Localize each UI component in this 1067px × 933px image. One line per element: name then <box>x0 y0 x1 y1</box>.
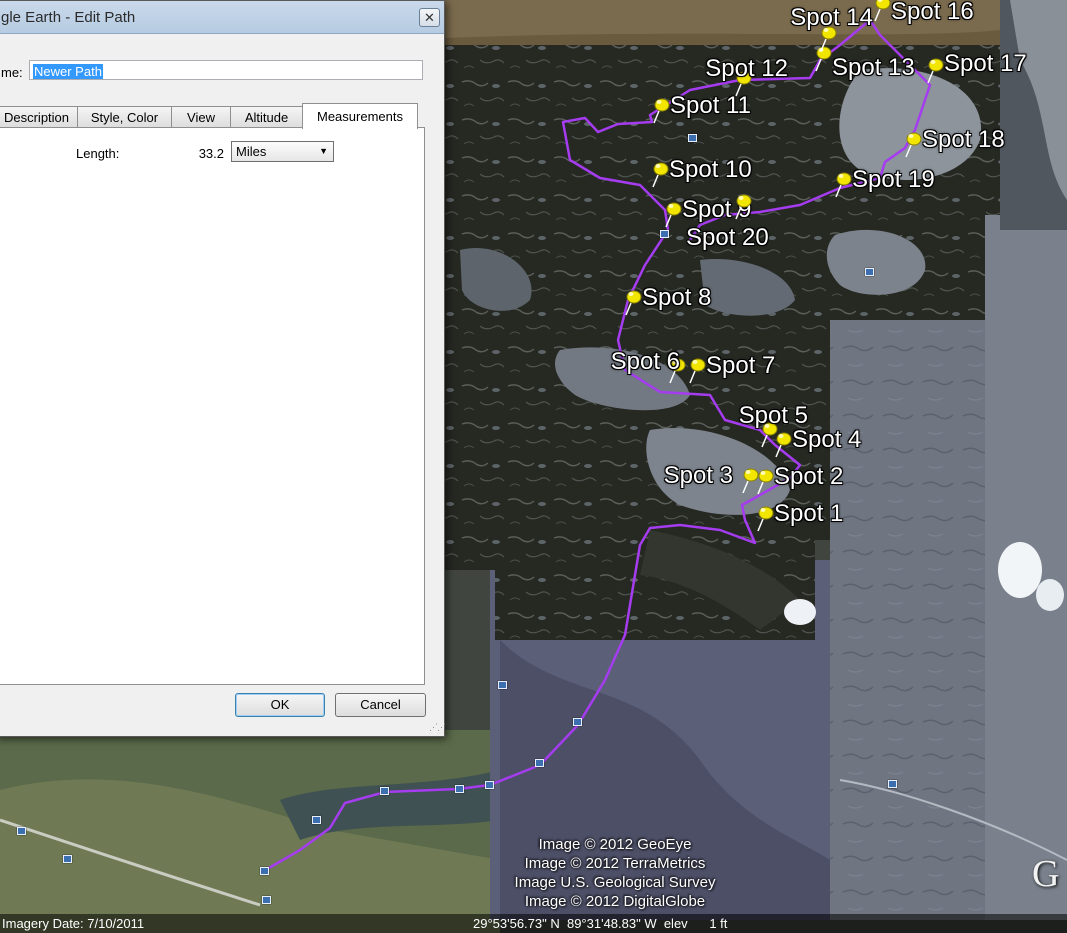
path-vertex-icon[interactable] <box>573 718 582 726</box>
placemark-label: Spot 13 <box>832 54 915 81</box>
name-input[interactable]: Newer Path <box>29 60 423 80</box>
imagery-date: Imagery Date: 7/10/2011 <box>2 916 145 931</box>
units-dropdown[interactable]: Miles ▼ <box>231 141 334 162</box>
placemark-label: Spot 7 <box>706 352 776 379</box>
attribution-line: Image © 2012 DigitalGlobe <box>524 893 706 910</box>
pushpin-icon <box>742 468 759 494</box>
google-logo: G <box>1032 853 1060 895</box>
path-vertex-icon[interactable] <box>312 816 321 824</box>
placemark-label: Spot 4 <box>792 426 862 453</box>
placemark-label: Spot 2 <box>774 463 844 490</box>
pushpin-icon <box>874 0 891 22</box>
close-icon: ✕ <box>424 10 435 25</box>
tab-view[interactable]: View <box>171 106 231 128</box>
dialog-title-bar[interactable]: gle Earth - Edit Path ✕ <box>0 1 444 34</box>
edit-path-dialog: gle Earth - Edit Path ✕ me: Newer Path D… <box>0 0 446 737</box>
placemark-label: Spot 16 <box>891 0 974 25</box>
path-vertex-icon[interactable] <box>535 759 544 767</box>
units-selected-value: Miles <box>236 144 267 159</box>
path-vertex-icon[interactable] <box>17 827 26 835</box>
pushpin-icon <box>735 194 752 220</box>
length-value: 33.2 <box>198 146 224 161</box>
path-vertex-icon[interactable] <box>380 787 389 795</box>
placemark-label: Spot 6 <box>610 348 680 375</box>
attribution-line: Image © 2012 TerraMetrics <box>524 855 706 872</box>
tab-altitude[interactable]: Altitude <box>230 106 303 128</box>
path-vertex-icon[interactable] <box>262 896 271 904</box>
dropdown-arrow-icon: ▼ <box>319 146 328 156</box>
measurements-panel: Length: 33.2 Miles ▼ <box>0 127 425 685</box>
pushpin-icon <box>905 132 922 158</box>
attribution-line: Image U.S. Geological Survey <box>514 874 716 891</box>
imagery-attribution: Image © 2012 GeoEye Image © 2012 TerraMe… <box>490 835 740 911</box>
placemark-label: Spot 14 <box>790 4 873 31</box>
tab-style-color[interactable]: Style, Color <box>77 106 172 128</box>
path-vertex-icon[interactable] <box>888 780 897 788</box>
path-vertex-icon[interactable] <box>485 781 494 789</box>
tab-description[interactable]: Description <box>0 106 78 128</box>
ok-button[interactable]: OK <box>235 693 325 717</box>
dialog-title: gle Earth - Edit Path <box>1 9 136 26</box>
placemark-label: Spot 12 <box>705 55 788 82</box>
status-bar: Imagery Date: 7/10/2011 29°53'56.73" N 8… <box>0 914 1067 933</box>
path-vertex-icon[interactable] <box>63 855 72 863</box>
placemark-label: Spot 10 <box>669 156 752 183</box>
placemark-label: Spot 18 <box>922 126 1005 153</box>
placemark-label: Spot 19 <box>852 166 935 193</box>
name-label: me: <box>1 65 23 80</box>
path-vertex-icon[interactable] <box>660 230 669 238</box>
path-vertex-icon[interactable] <box>498 681 507 689</box>
tab-strip: Description Style, Color View Altitude M… <box>0 103 444 129</box>
pushpin-icon <box>625 290 642 316</box>
pushpin-icon <box>927 58 944 84</box>
path-vertex-icon[interactable] <box>688 134 697 142</box>
name-value: Newer Path <box>33 64 103 79</box>
pushpin-icon <box>653 98 670 124</box>
placemark-label: Spot 17 <box>944 50 1027 77</box>
resize-grip-icon[interactable]: ⋰⋰ <box>429 722 446 733</box>
pushpin-icon <box>665 202 682 228</box>
pushpin-icon <box>652 162 669 188</box>
length-label: Length: <box>76 146 120 161</box>
placemark-label: Spot 5 <box>738 402 808 429</box>
placemark-label: Spot 20 <box>686 224 769 251</box>
path-vertex-icon[interactable] <box>865 268 874 276</box>
attribution-line: Image © 2012 GeoEye <box>538 836 692 853</box>
path-vertex-icon[interactable] <box>455 785 464 793</box>
placemark-label: Spot 1 <box>774 500 844 527</box>
cancel-button[interactable]: Cancel <box>335 693 426 717</box>
tab-measurements[interactable]: Measurements <box>302 103 418 129</box>
path-vertex-icon[interactable] <box>260 867 269 875</box>
placemark-label: Spot 3 <box>663 462 733 489</box>
pushpin-icon <box>835 172 852 198</box>
pushpin-icon <box>689 358 706 384</box>
pushpin-icon <box>757 506 774 532</box>
placemark-label: Spot 8 <box>642 284 712 311</box>
close-button[interactable]: ✕ <box>419 8 440 27</box>
coordinate-readout: 29°53'56.73" N 89°31'48.83" W elev 1 ft <box>473 916 728 931</box>
